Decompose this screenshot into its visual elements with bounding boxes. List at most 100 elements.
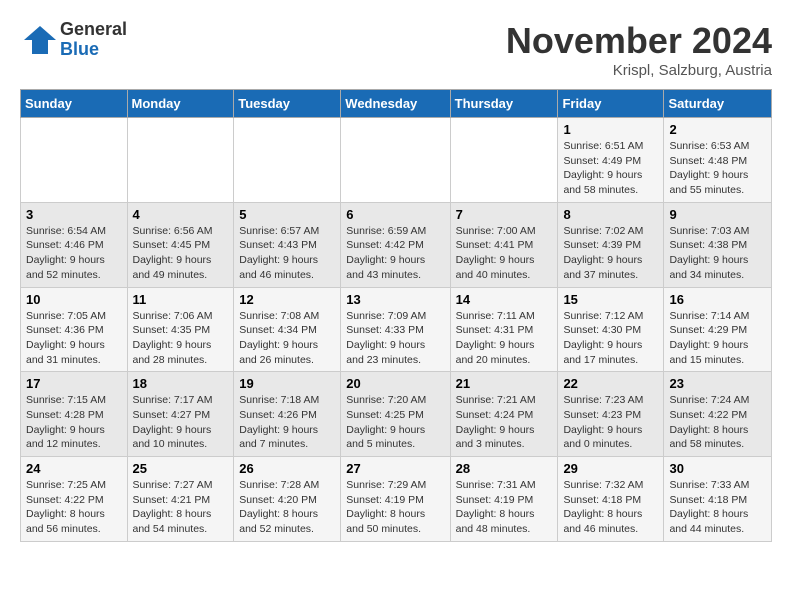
- day-number: 9: [669, 207, 766, 222]
- day-detail: Sunrise: 6:54 AM Sunset: 4:46 PM Dayligh…: [26, 224, 122, 283]
- day-detail: Sunrise: 7:27 AM Sunset: 4:21 PM Dayligh…: [133, 478, 229, 537]
- day-number: 24: [26, 461, 122, 476]
- day-detail: Sunrise: 7:06 AM Sunset: 4:35 PM Dayligh…: [133, 309, 229, 368]
- calendar-day-cell: [234, 118, 341, 203]
- day-number: 14: [456, 292, 553, 307]
- calendar-day-cell: 11 Sunrise: 7:06 AM Sunset: 4:35 PM Dayli…: [127, 287, 234, 372]
- calendar-day-cell: 20 Sunrise: 7:20 AM Sunset: 4:25 PM Dayli…: [341, 372, 450, 457]
- day-number: 26: [239, 461, 335, 476]
- day-number: 18: [133, 376, 229, 391]
- day-number: 20: [346, 376, 444, 391]
- calendar-day-cell: 2 Sunrise: 6:53 AM Sunset: 4:48 PM Daylig…: [664, 118, 772, 203]
- day-detail: Sunrise: 7:18 AM Sunset: 4:26 PM Dayligh…: [239, 393, 335, 452]
- calendar-header-row: SundayMondayTuesdayWednesdayThursdayFrid…: [21, 90, 772, 118]
- calendar-day-cell: 10 Sunrise: 7:05 AM Sunset: 4:36 PM Dayli…: [21, 287, 128, 372]
- location-subtitle: Krispl, Salzburg, Austria: [506, 62, 772, 79]
- day-detail: Sunrise: 7:21 AM Sunset: 4:24 PM Dayligh…: [456, 393, 553, 452]
- page-header: General Blue November 2024 Krispl, Salzb…: [20, 20, 772, 79]
- day-number: 23: [669, 376, 766, 391]
- calendar-day-cell: 29 Sunrise: 7:32 AM Sunset: 4:18 PM Dayli…: [558, 457, 664, 542]
- day-number: 30: [669, 461, 766, 476]
- day-number: 13: [346, 292, 444, 307]
- day-detail: Sunrise: 6:59 AM Sunset: 4:42 PM Dayligh…: [346, 224, 444, 283]
- day-number: 25: [133, 461, 229, 476]
- calendar-day-cell: 3 Sunrise: 6:54 AM Sunset: 4:46 PM Daylig…: [21, 202, 128, 287]
- calendar-day-cell: 28 Sunrise: 7:31 AM Sunset: 4:19 PM Dayli…: [450, 457, 558, 542]
- day-number: 5: [239, 207, 335, 222]
- day-detail: Sunrise: 7:25 AM Sunset: 4:22 PM Dayligh…: [26, 478, 122, 537]
- day-detail: Sunrise: 6:53 AM Sunset: 4:48 PM Dayligh…: [669, 139, 766, 198]
- day-number: 17: [26, 376, 122, 391]
- day-detail: Sunrise: 7:33 AM Sunset: 4:18 PM Dayligh…: [669, 478, 766, 537]
- day-detail: Sunrise: 7:08 AM Sunset: 4:34 PM Dayligh…: [239, 309, 335, 368]
- calendar-week-row: 24 Sunrise: 7:25 AM Sunset: 4:22 PM Dayli…: [21, 457, 772, 542]
- calendar-week-row: 17 Sunrise: 7:15 AM Sunset: 4:28 PM Dayli…: [21, 372, 772, 457]
- day-detail: Sunrise: 7:02 AM Sunset: 4:39 PM Dayligh…: [563, 224, 658, 283]
- day-number: 7: [456, 207, 553, 222]
- day-detail: Sunrise: 7:03 AM Sunset: 4:38 PM Dayligh…: [669, 224, 766, 283]
- calendar-week-row: 3 Sunrise: 6:54 AM Sunset: 4:46 PM Daylig…: [21, 202, 772, 287]
- calendar-day-cell: 26 Sunrise: 7:28 AM Sunset: 4:20 PM Dayli…: [234, 457, 341, 542]
- calendar-day-cell: 7 Sunrise: 7:00 AM Sunset: 4:41 PM Daylig…: [450, 202, 558, 287]
- calendar-day-cell: 27Sunrise: 7:29 AM Sunset: 4:19 PM Dayli…: [341, 457, 450, 542]
- day-detail: Sunrise: 7:17 AM Sunset: 4:27 PM Dayligh…: [133, 393, 229, 452]
- calendar-body: 1Sunrise: 6:51 AM Sunset: 4:49 PM Daylig…: [21, 118, 772, 542]
- column-header-tuesday: Tuesday: [234, 90, 341, 118]
- calendar-day-cell: [127, 118, 234, 203]
- day-detail: Sunrise: 7:00 AM Sunset: 4:41 PM Dayligh…: [456, 224, 553, 283]
- calendar-day-cell: 8Sunrise: 7:02 AM Sunset: 4:39 PM Daylig…: [558, 202, 664, 287]
- day-number: 11: [133, 292, 229, 307]
- day-number: 3: [26, 207, 122, 222]
- calendar-day-cell: 18 Sunrise: 7:17 AM Sunset: 4:27 PM Dayli…: [127, 372, 234, 457]
- calendar-day-cell: 9 Sunrise: 7:03 AM Sunset: 4:38 PM Daylig…: [664, 202, 772, 287]
- day-number: 15: [563, 292, 658, 307]
- calendar-day-cell: 24 Sunrise: 7:25 AM Sunset: 4:22 PM Dayli…: [21, 457, 128, 542]
- day-number: 2: [669, 122, 766, 137]
- calendar-day-cell: 4Sunrise: 6:56 AM Sunset: 4:45 PM Daylig…: [127, 202, 234, 287]
- day-number: 10: [26, 292, 122, 307]
- column-header-saturday: Saturday: [664, 90, 772, 118]
- calendar-day-cell: 23 Sunrise: 7:24 AM Sunset: 4:22 PM Dayli…: [664, 372, 772, 457]
- day-number: 19: [239, 376, 335, 391]
- calendar-week-row: 10 Sunrise: 7:05 AM Sunset: 4:36 PM Dayli…: [21, 287, 772, 372]
- day-detail: Sunrise: 7:20 AM Sunset: 4:25 PM Dayligh…: [346, 393, 444, 452]
- day-detail: Sunrise: 7:31 AM Sunset: 4:19 PM Dayligh…: [456, 478, 553, 537]
- logo: General Blue: [20, 20, 127, 60]
- calendar-day-cell: 14 Sunrise: 7:11 AM Sunset: 4:31 PM Dayli…: [450, 287, 558, 372]
- day-detail: Sunrise: 7:14 AM Sunset: 4:29 PM Dayligh…: [669, 309, 766, 368]
- calendar-day-cell: 6 Sunrise: 6:59 AM Sunset: 4:42 PM Daylig…: [341, 202, 450, 287]
- day-number: 6: [346, 207, 444, 222]
- day-number: 21: [456, 376, 553, 391]
- day-detail: Sunrise: 7:29 AM Sunset: 4:19 PM Dayligh…: [346, 478, 444, 537]
- calendar-day-cell: 17 Sunrise: 7:15 AM Sunset: 4:28 PM Dayli…: [21, 372, 128, 457]
- calendar-day-cell: 21 Sunrise: 7:21 AM Sunset: 4:24 PM Dayli…: [450, 372, 558, 457]
- column-header-sunday: Sunday: [21, 90, 128, 118]
- column-header-friday: Friday: [558, 90, 664, 118]
- day-detail: Sunrise: 7:15 AM Sunset: 4:28 PM Dayligh…: [26, 393, 122, 452]
- day-detail: Sunrise: 7:24 AM Sunset: 4:22 PM Dayligh…: [669, 393, 766, 452]
- calendar-day-cell: [450, 118, 558, 203]
- calendar-week-row: 1Sunrise: 6:51 AM Sunset: 4:49 PM Daylig…: [21, 118, 772, 203]
- day-number: 29: [563, 461, 658, 476]
- calendar-day-cell: [21, 118, 128, 203]
- day-detail: Sunrise: 7:28 AM Sunset: 4:20 PM Dayligh…: [239, 478, 335, 537]
- day-detail: Sunrise: 6:57 AM Sunset: 4:43 PM Dayligh…: [239, 224, 335, 283]
- logo-icon: [20, 22, 56, 58]
- day-detail: Sunrise: 7:09 AM Sunset: 4:33 PM Dayligh…: [346, 309, 444, 368]
- day-detail: Sunrise: 7:32 AM Sunset: 4:18 PM Dayligh…: [563, 478, 658, 537]
- day-number: 16: [669, 292, 766, 307]
- calendar-day-cell: 13 Sunrise: 7:09 AM Sunset: 4:33 PM Dayli…: [341, 287, 450, 372]
- calendar-day-cell: 12Sunrise: 7:08 AM Sunset: 4:34 PM Dayli…: [234, 287, 341, 372]
- logo-blue-text: Blue: [60, 40, 127, 60]
- calendar-table: SundayMondayTuesdayWednesdayThursdayFrid…: [20, 89, 772, 542]
- title-area: November 2024 Krispl, Salzburg, Austria: [506, 20, 772, 79]
- calendar-day-cell: 25 Sunrise: 7:27 AM Sunset: 4:21 PM Dayli…: [127, 457, 234, 542]
- calendar-day-cell: 19 Sunrise: 7:18 AM Sunset: 4:26 PM Dayli…: [234, 372, 341, 457]
- day-detail: Sunrise: 7:11 AM Sunset: 4:31 PM Dayligh…: [456, 309, 553, 368]
- logo-general-text: General: [60, 20, 127, 40]
- day-number: 28: [456, 461, 553, 476]
- calendar-day-cell: 22Sunrise: 7:23 AM Sunset: 4:23 PM Dayli…: [558, 372, 664, 457]
- day-detail: Sunrise: 7:05 AM Sunset: 4:36 PM Dayligh…: [26, 309, 122, 368]
- day-detail: Sunrise: 6:56 AM Sunset: 4:45 PM Dayligh…: [133, 224, 229, 283]
- column-header-thursday: Thursday: [450, 90, 558, 118]
